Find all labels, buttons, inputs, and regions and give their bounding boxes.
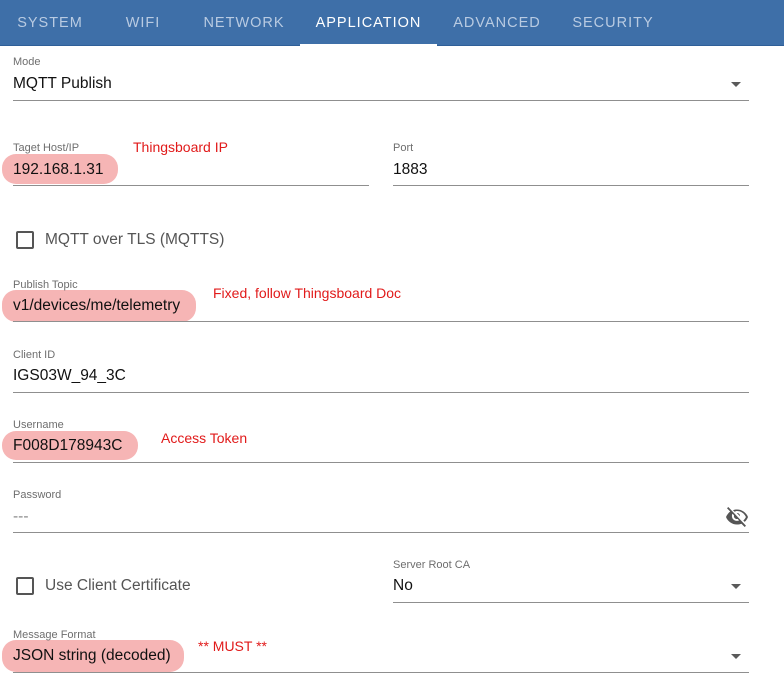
annotation-username: Access Token [161, 430, 248, 446]
tab-network[interactable]: NETWORK [190, 0, 298, 46]
publish-topic-input[interactable]: v1/devices/me/telemetry [13, 297, 180, 315]
client-id-field[interactable]: Client ID IGS03W_94_3C [13, 349, 749, 394]
client-id-underline [13, 392, 749, 393]
mqtt-tls-checkbox[interactable] [16, 231, 34, 249]
annotation-topic: Fixed, follow Thingsboard Doc [213, 285, 402, 301]
port-input[interactable]: 1883 [393, 161, 427, 179]
tab-advanced[interactable]: ADVANCED [440, 0, 554, 46]
active-tab-indicator [300, 44, 437, 46]
server-root-ca-label: Server Root CA [393, 559, 471, 571]
password-field[interactable]: Password --- [13, 489, 749, 534]
mode-label: Mode [13, 56, 41, 68]
mode-value: MQTT Publish [13, 75, 112, 92]
message-format-underline [13, 672, 749, 673]
username-underline [13, 462, 749, 463]
message-format-value: JSON string (decoded) [13, 647, 171, 664]
chevron-down-icon[interactable] [731, 82, 741, 87]
publish-topic-label: Publish Topic [13, 279, 78, 291]
username-field[interactable]: Username F008D178943C [13, 419, 749, 464]
password-label: Password [13, 489, 62, 501]
tab-system[interactable]: SYSTEM [0, 0, 100, 46]
username-input[interactable]: F008D178943C [13, 437, 122, 455]
chevron-down-icon[interactable] [731, 654, 741, 659]
tab-bar: SYSTEM WIFI NETWORK APPLICATION ADVANCED… [0, 0, 784, 46]
username-label: Username [13, 419, 64, 431]
client-id-input[interactable]: IGS03W_94_3C [13, 367, 126, 385]
client-cert-label[interactable]: Use Client Certificate [45, 577, 191, 595]
mqtt-tls-label[interactable]: MQTT over TLS (MQTTS) [45, 231, 224, 249]
publish-topic-underline [13, 321, 749, 322]
annotation-format: ** MUST ** [198, 638, 267, 654]
target-host-input[interactable]: 192.168.1.31 [13, 161, 104, 179]
password-input[interactable]: --- [13, 508, 29, 526]
tab-application[interactable]: APPLICATION [300, 0, 437, 46]
eye-off-icon[interactable] [725, 505, 749, 529]
client-id-label: Client ID [13, 349, 56, 361]
server-root-ca-underline [393, 602, 749, 603]
port-label: Port [393, 142, 414, 154]
password-underline [13, 532, 749, 533]
mode-underline [13, 100, 749, 101]
server-root-ca-value: No [393, 577, 413, 594]
annotation-host: Thingsboard IP [133, 139, 228, 155]
tab-security[interactable]: SECURITY [556, 0, 670, 46]
message-format-select[interactable]: Message Format JSON string (decoded) [13, 629, 749, 674]
port-field[interactable]: Port 1883 [393, 142, 749, 187]
target-host-label: Taget Host/IP [13, 142, 80, 154]
tab-wifi[interactable]: WIFI [108, 0, 178, 46]
chevron-down-icon[interactable] [731, 584, 741, 589]
client-cert-checkbox[interactable] [16, 577, 34, 595]
server-root-ca-select[interactable]: Server Root CA No [393, 559, 749, 604]
mode-select[interactable]: Mode MQTT Publish [13, 56, 749, 101]
target-host-underline [13, 185, 369, 186]
message-format-label: Message Format [13, 629, 96, 641]
port-underline [393, 185, 749, 186]
